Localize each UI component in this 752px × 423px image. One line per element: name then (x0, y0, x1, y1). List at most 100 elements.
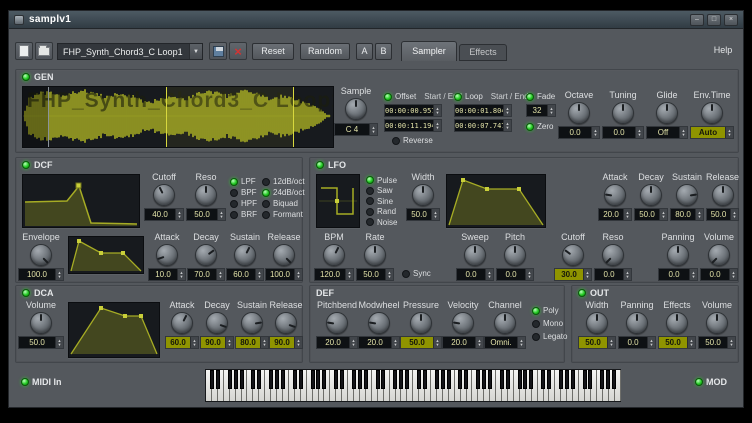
lfo-sweep-knob[interactable] (464, 244, 486, 266)
spinner-arrows[interactable]: ▲▼ (190, 337, 198, 348)
spinner-arrows[interactable]: ▲▼ (55, 269, 63, 280)
lfo-sweep-value[interactable]: 0.0▲▼ (456, 268, 494, 281)
lfo-cutoff-knob[interactable] (562, 244, 584, 266)
black-key[interactable] (600, 370, 604, 389)
dcf-decay-value[interactable]: 70.0▲▼ (187, 268, 225, 281)
spinner-arrows[interactable]: ▲▼ (689, 269, 697, 280)
envtime-value[interactable]: Auto▲▼ (690, 126, 734, 139)
black-key[interactable] (399, 370, 403, 389)
lfo-volume-value[interactable]: 0.0▲▼ (700, 268, 738, 281)
spinner-arrows[interactable]: ▲▼ (433, 105, 441, 116)
lfo-attack-value[interactable]: 20.0▲▼ (598, 208, 632, 221)
black-key[interactable] (240, 370, 244, 389)
dca-release-value[interactable]: 90.0▲▼ (269, 336, 303, 349)
dcf-attack-value[interactable]: 10.0▲▼ (148, 268, 186, 281)
def-channel-knob[interactable] (494, 312, 516, 334)
dca-sustain-knob[interactable] (241, 312, 263, 334)
delete-preset-button[interactable]: × (229, 42, 247, 60)
dcf-slope-biquad-radio[interactable]: Biquad (262, 198, 305, 209)
dca-volume-knob[interactable] (30, 312, 52, 334)
spinner-arrows[interactable]: ▲▼ (659, 209, 667, 220)
loop-end-marker[interactable] (293, 87, 294, 147)
sample-waveform-display[interactable]: FHP_Synth_Chord3_C Loop1 (22, 86, 334, 148)
dca-release-knob[interactable] (275, 312, 297, 334)
lfo-volume-knob[interactable] (708, 244, 730, 266)
black-key[interactable] (251, 370, 255, 389)
out-width-knob[interactable] (586, 312, 608, 334)
fade-value[interactable]: 32▲▼ (526, 104, 556, 117)
loop-end-field[interactable]: 00:00:07.747▲▼ (454, 119, 512, 132)
def-pressure-knob[interactable] (410, 312, 432, 334)
dcf-slope-formant-radio[interactable]: Formant (262, 209, 305, 220)
spinner-arrows[interactable]: ▲▼ (175, 209, 183, 220)
def-velocity-knob[interactable] (452, 312, 474, 334)
lfo-wave-handle[interactable] (335, 199, 339, 203)
tab-sampler[interactable]: Sampler (401, 41, 457, 61)
reset-button[interactable]: Reset (252, 43, 294, 60)
preset-a-button[interactable]: A (356, 43, 373, 60)
spinner-arrows[interactable]: ▲▼ (294, 269, 302, 280)
dca-sustain-value[interactable]: 80.0▲▼ (235, 336, 269, 349)
adsr-handle[interactable] (121, 251, 125, 255)
dcf-release-knob[interactable] (273, 244, 295, 266)
loop-checkbox[interactable]: Loop Start / End (454, 92, 529, 101)
def-modwheel-knob[interactable] (368, 312, 390, 334)
lfo-bpm-value[interactable]: 120.0▲▼ (314, 268, 354, 281)
lfo-sustain-value[interactable]: 80.0▲▼ (670, 208, 704, 221)
black-key[interactable] (441, 370, 445, 389)
black-key[interactable] (311, 370, 315, 389)
dca-decay-value[interactable]: 90.0▲▼ (200, 336, 234, 349)
black-key[interactable] (352, 370, 356, 389)
lfo-shape-sine-radio[interactable]: Sine (366, 196, 397, 207)
black-key[interactable] (275, 370, 279, 389)
black-key[interactable] (376, 370, 380, 389)
mod-indicator[interactable]: MOD (695, 377, 727, 387)
spinner-arrows[interactable]: ▲▼ (260, 337, 268, 348)
lfo-rate-knob[interactable] (364, 244, 386, 266)
black-key[interactable] (210, 370, 214, 389)
out-panning-knob[interactable] (626, 312, 648, 334)
black-key[interactable] (381, 370, 385, 389)
spinner-arrows[interactable]: ▲▼ (475, 337, 483, 348)
open-preset-button[interactable] (35, 42, 53, 60)
spinner-arrows[interactable]: ▲▼ (385, 269, 393, 280)
dcf-adsr-display[interactable] (68, 236, 144, 274)
lfo-shape-pulse-radio[interactable]: Pulse (366, 175, 397, 186)
dca-attack-value[interactable]: 60.0▲▼ (165, 336, 199, 349)
tuning-value[interactable]: 0.0▲▼ (602, 126, 644, 139)
keyboard[interactable] (205, 369, 621, 402)
lfo-pitch-value[interactable]: 0.0▲▼ (496, 268, 534, 281)
dca-decay-knob[interactable] (206, 312, 228, 334)
dca-adsr-display[interactable] (68, 302, 160, 358)
black-key[interactable] (393, 370, 397, 389)
filter-handle[interactable] (76, 183, 81, 188)
lfo-width-knob[interactable] (412, 184, 434, 206)
spinner-arrows[interactable]: ▲▼ (647, 337, 655, 348)
loop-start-field[interactable]: 00:00:01.804▲▼ (454, 104, 512, 117)
reverse-checkbox[interactable]: Reverse (392, 136, 433, 145)
spinner-arrows[interactable]: ▲▼ (583, 269, 591, 280)
dcf-slope-12db-radio[interactable]: 12dB/oct (262, 176, 305, 187)
spinner-arrows[interactable]: ▲▼ (730, 209, 738, 220)
spinner-arrows[interactable]: ▲▼ (695, 209, 703, 220)
spinner-arrows[interactable]: ▲▼ (391, 337, 399, 348)
lfo-shape-noise-radio[interactable]: Noise (366, 217, 397, 228)
spinner-arrows[interactable]: ▲▼ (517, 337, 525, 348)
spinner-arrows[interactable]: ▲▼ (345, 269, 353, 280)
dcf-decay-knob[interactable] (195, 244, 217, 266)
lfo-reso-value[interactable]: 0.0▲▼ (594, 268, 632, 281)
spinner-arrows[interactable]: ▲▼ (433, 337, 441, 348)
black-key[interactable] (464, 370, 468, 389)
black-key[interactable] (583, 370, 587, 389)
black-key[interactable] (435, 370, 439, 389)
lfo-panning-value[interactable]: 0.0▲▼ (658, 268, 698, 281)
black-key[interactable] (216, 370, 220, 389)
spinner-arrows[interactable]: ▲▼ (369, 124, 377, 135)
black-key[interactable] (559, 370, 563, 389)
out-width-value[interactable]: 50.0▲▼ (578, 336, 616, 349)
lfo-reso-knob[interactable] (602, 244, 624, 266)
spinner-arrows[interactable]: ▲▼ (525, 269, 533, 280)
spinner-arrows[interactable]: ▲▼ (729, 269, 737, 280)
envtime-knob[interactable] (701, 102, 723, 124)
dcf-envelope-value[interactable]: 100.0▲▼ (18, 268, 64, 281)
